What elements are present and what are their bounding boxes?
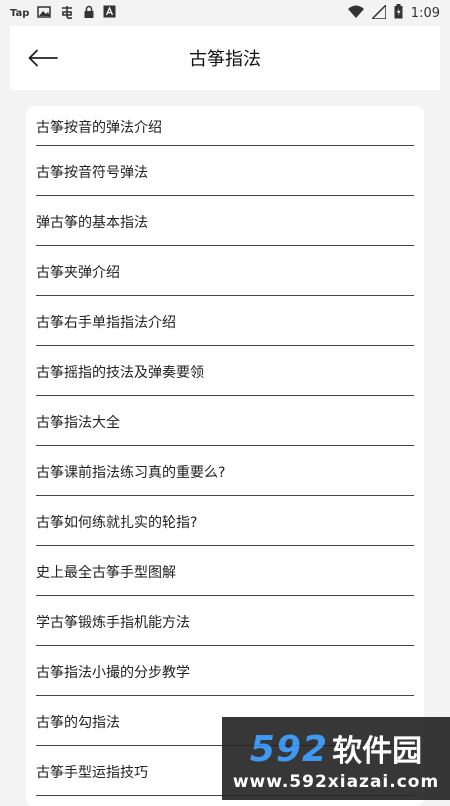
back-button[interactable] [26, 44, 60, 72]
watermark-url: www.592xiazai.com [232, 771, 440, 792]
text-icon [103, 5, 116, 21]
image-icon [37, 5, 52, 21]
status-right: 1:09 [347, 2, 440, 22]
article-list-card: 古筝按音的弹法介绍 古筝按音符号弹法 弹古筝的基本指法 古筝夹弹介绍 古筝右手单指指法介… [26, 106, 424, 806]
list-item[interactable]: 古筝摇指的技法及弹奏要领 [36, 346, 414, 396]
lock-icon [83, 5, 95, 22]
carrier-text: Tap [10, 7, 30, 19]
list-item[interactable]: 古筝夹弹介绍 [36, 246, 414, 296]
watermark-brand: 软件园 [332, 733, 423, 769]
list-item[interactable]: 弹古筝的基本指法 [36, 196, 414, 246]
list-item[interactable]: 史上最全古筝手型图解 [36, 546, 414, 596]
watermark-logo: 592 软件园 www.592xiazai.com [222, 717, 450, 800]
list-item[interactable]: 古筝指法小撮的分步教学 [36, 646, 414, 696]
wifi-icon [347, 5, 364, 22]
list-item[interactable]: 古筝如何练就扎实的轮指? [36, 496, 414, 546]
list-item[interactable]: 古筝按音符号弹法 [36, 146, 414, 196]
list-item[interactable]: 古筝按音的弹法介绍 [36, 106, 414, 146]
app-header: 古筝指法 [10, 26, 440, 90]
list-item[interactable]: 古筝指法大全 [36, 396, 414, 446]
article-list: 古筝按音的弹法介绍 古筝按音符号弹法 弹古筝的基本指法 古筝夹弹介绍 古筝右手单指指法介… [26, 106, 424, 796]
app-icon [59, 4, 75, 23]
status-left: Tap [10, 4, 116, 23]
list-item[interactable]: 古筝课前指法练习真的重要么? [36, 446, 414, 496]
signal-icon [369, 2, 387, 22]
arrow-left-icon [28, 49, 58, 67]
list-item[interactable]: 古筝右手单指指法介绍 [36, 296, 414, 346]
battery-icon [394, 4, 403, 22]
status-bar: Tap 1:09 [0, 0, 450, 26]
watermark-number: 592 [249, 728, 329, 770]
page-title: 古筝指法 [189, 49, 261, 70]
list-item[interactable]: 学古筝锻炼手指机能方法 [36, 596, 414, 646]
clock: 1:09 [410, 5, 440, 21]
